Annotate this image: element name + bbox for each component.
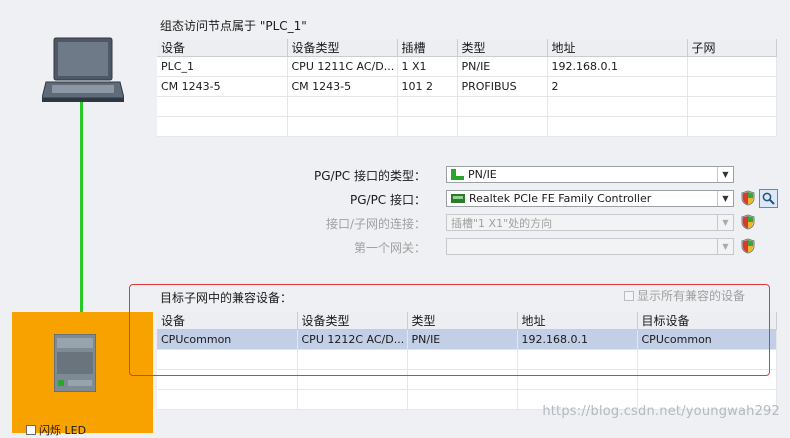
cell: 101 2 — [397, 76, 458, 97]
cell — [687, 76, 777, 97]
subnet-connection-value: 插槽"1 X1"处的方向 — [451, 216, 553, 230]
flash-led-label: 闪烁 LED — [39, 424, 87, 437]
flash-led-checkbox[interactable] — [26, 425, 36, 435]
cell — [687, 56, 777, 77]
first-gateway-label: 第一个网关： — [353, 241, 426, 255]
subnet-connection-label: 接口/子网的连接： — [325, 217, 426, 231]
chevron-down-icon[interactable]: ▼ — [717, 191, 733, 206]
table-row[interactable]: PLC_1 CPU 1211C AC/D... 1 X1 PN/IE 192.1… — [157, 56, 777, 77]
col-header[interactable]: 设备类型 — [287, 39, 398, 57]
table-row[interactable]: CM 1243-5 CM 1243-5 101 2 PROFIBUS 2 — [157, 76, 777, 97]
flash-led-row[interactable]: 闪烁 LED — [26, 424, 87, 437]
col-header[interactable]: 类型 — [457, 39, 548, 57]
col-header[interactable]: 子网 — [687, 39, 777, 57]
network-link-line — [80, 102, 83, 316]
first-gateway-select[interactable]: ▼ — [446, 238, 734, 255]
pgpc-type-label: PG/PC 接口的类型： — [313, 169, 426, 183]
cell: CPU 1211C AC/D... — [287, 56, 398, 77]
shield-icon[interactable] — [740, 190, 756, 206]
table-header-row: 设备 设备类型 插槽 类型 地址 子网 — [157, 39, 777, 57]
search-button[interactable] — [759, 189, 778, 208]
pn-ie-icon — [451, 169, 464, 180]
table-row-empty — [157, 96, 777, 117]
pgpc-interface-select[interactable]: Realtek PCIe FE Family Controller ▼ — [446, 190, 734, 207]
cell: 2 — [547, 76, 688, 97]
table-row-empty — [157, 116, 777, 137]
pgpc-type-value: PN/IE — [468, 168, 497, 181]
cell: PLC_1 — [157, 56, 288, 77]
chevron-down-icon[interactable]: ▼ — [717, 215, 733, 230]
shield-icon[interactable] — [740, 238, 756, 254]
pgpc-type-select[interactable]: PN/IE ▼ — [446, 166, 734, 183]
col-header[interactable]: 设备 — [157, 39, 288, 57]
network-card-icon — [451, 194, 465, 203]
pgpc-interface-label: PG/PC 接口： — [349, 193, 426, 207]
cell: PN/IE — [457, 56, 548, 77]
configured-nodes-table: 设备 设备类型 插槽 类型 地址 子网 PLC_1 CPU 1211C AC/D… — [157, 39, 777, 137]
chevron-down-icon[interactable]: ▼ — [717, 239, 733, 254]
subnet-connection-select[interactable]: 插槽"1 X1"处的方向 ▼ — [446, 214, 734, 231]
cell: CM 1243-5 — [287, 76, 398, 97]
pg-laptop-icon — [42, 37, 124, 102]
cell: PROFIBUS — [457, 76, 548, 97]
plc-device-icon — [54, 334, 96, 392]
top-group-title: 组态访问节点属于 "PLC_1" — [160, 19, 307, 33]
pgpc-interface-value: Realtek PCIe FE Family Controller — [469, 192, 652, 205]
col-header[interactable]: 插槽 — [397, 39, 458, 57]
col-header[interactable]: 地址 — [547, 39, 688, 57]
shield-icon[interactable] — [740, 214, 756, 230]
watermark-text: https://blog.csdn.net/youngwah292 — [542, 404, 780, 419]
highlight-annotation-box — [129, 284, 770, 376]
cell: 192.168.0.1 — [547, 56, 688, 77]
cell: 1 X1 — [397, 56, 458, 77]
magnifier-icon — [762, 192, 775, 205]
chevron-down-icon[interactable]: ▼ — [717, 167, 733, 182]
cell: CM 1243-5 — [157, 76, 288, 97]
